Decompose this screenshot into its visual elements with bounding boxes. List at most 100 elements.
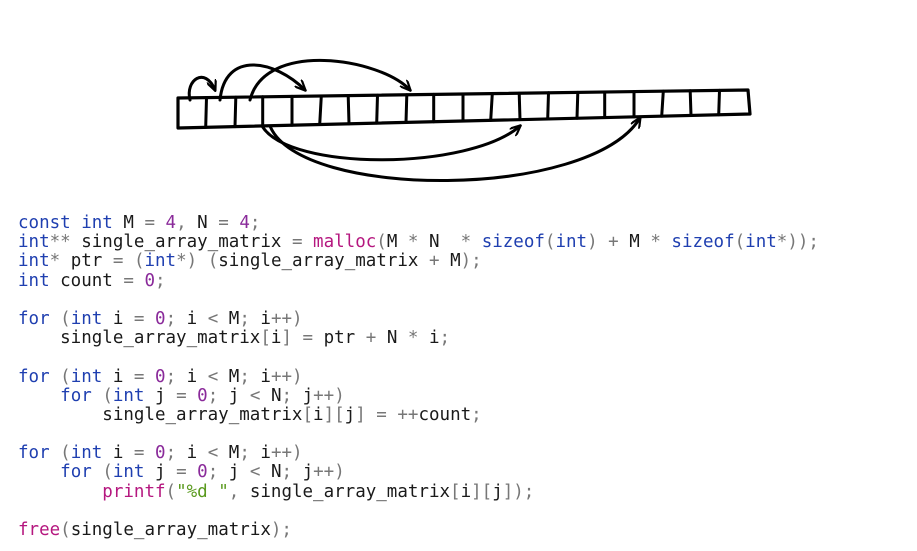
code-token-id: j xyxy=(218,462,250,483)
code-token-id: i xyxy=(418,328,440,349)
pointer-arrow-1 xyxy=(218,63,305,102)
pointer-arrow-4 xyxy=(268,118,640,182)
code-line: for (int j = 0; j < N; j++) xyxy=(18,463,819,482)
code-token-op: ; xyxy=(165,366,177,387)
code-token-op: ++) xyxy=(313,385,345,406)
code-token-op: ][ xyxy=(471,481,493,502)
code-token-kw: int xyxy=(18,251,50,272)
code-token-op: = xyxy=(302,328,314,349)
code-token-kw: sizeof xyxy=(481,232,545,253)
code-token-id: N xyxy=(260,462,282,483)
code-token-op: = xyxy=(144,213,155,233)
array-cell-divider xyxy=(660,89,665,118)
code-token-op: ++ xyxy=(397,404,419,425)
code-token-id: M xyxy=(439,251,461,272)
code-token-id: i xyxy=(313,404,324,425)
code-token-op: < xyxy=(249,462,261,483)
code-token-op: = xyxy=(376,404,387,425)
code-token-id xyxy=(187,462,198,482)
code-token-op: ); xyxy=(270,520,292,540)
code-token-id: i xyxy=(176,443,208,464)
code-token-id: j xyxy=(492,481,503,502)
code-token-id: i xyxy=(176,366,208,387)
code-token-op: * xyxy=(49,251,61,272)
code-token-id: M xyxy=(218,366,240,387)
code-token-id: ptr xyxy=(313,328,366,349)
code-token-op: ; xyxy=(281,385,293,406)
code-token-id: M xyxy=(112,213,145,233)
code-token-op: ] xyxy=(355,404,366,425)
array-cell-divider xyxy=(318,94,323,126)
code-token-op: [ xyxy=(302,404,314,425)
code-token-op: , xyxy=(228,481,240,502)
code-token-id: single_array_matrix xyxy=(18,328,261,349)
code-token-id xyxy=(366,405,377,425)
code-token-id xyxy=(18,386,60,406)
array-cells xyxy=(176,88,752,130)
code-token-id xyxy=(18,482,102,502)
code-token-kw: int xyxy=(745,232,777,253)
code-token-op: ; xyxy=(155,270,166,291)
code-token-op: * xyxy=(650,232,661,253)
code-token-id: N xyxy=(376,328,408,349)
code-token-op: ][ xyxy=(323,404,345,425)
pointer-arrows xyxy=(187,58,640,182)
code-token-id: single_array_matrix xyxy=(18,404,303,425)
code-token-op: = xyxy=(133,308,145,329)
code-token-op: ; xyxy=(207,385,219,406)
array-cell-divider xyxy=(204,96,208,129)
code-listing: const int M = 4, N = 4; int** single_arra… xyxy=(18,213,819,540)
array-cell-divider xyxy=(233,95,238,129)
code-token-op: = xyxy=(218,213,229,233)
code-token-op: ; xyxy=(249,213,261,233)
code-token-id xyxy=(92,462,103,482)
code-token-num: 0 xyxy=(144,270,156,291)
code-token-id: i xyxy=(176,308,208,329)
code-line: for (int i = 0; i < M; i++) xyxy=(18,444,819,463)
code-token-id: M xyxy=(218,308,240,329)
code-token-op: * xyxy=(407,328,419,349)
code-token-op: = xyxy=(112,251,124,272)
array-cell-divider xyxy=(404,93,409,124)
code-line: single_array_matrix[i] = ptr + N * i; xyxy=(18,329,819,348)
code-token-op: , xyxy=(176,213,187,233)
code-token-id: M xyxy=(386,232,408,253)
code-token-op: ; xyxy=(239,443,250,464)
code-token-id xyxy=(197,251,208,271)
code-token-op: ] xyxy=(281,328,292,349)
code-token-id: M xyxy=(218,443,240,464)
code-token-str: "%d " xyxy=(176,481,229,502)
code-token-op: = xyxy=(176,462,187,483)
code-token-id: i xyxy=(249,443,271,464)
array-cell-divider xyxy=(346,94,351,126)
code-token-id: i xyxy=(102,443,134,464)
code-token-id: j xyxy=(292,385,314,406)
code-token-op: = xyxy=(291,232,303,253)
code-token-id: single_array_matrix xyxy=(239,481,451,502)
code-token-op: < xyxy=(207,443,219,464)
code-token-id: single_array_matrix xyxy=(70,520,271,540)
code-line: for (int i = 0; i < M; i++) xyxy=(18,308,819,329)
code-line: for (int j = 0; j < N; j++) xyxy=(18,385,819,406)
code-token-op: )); xyxy=(787,232,819,253)
array-cell-divider xyxy=(717,88,721,117)
code-token-op: = xyxy=(133,443,145,464)
code-token-id: i xyxy=(460,481,472,502)
code-token-op: ; xyxy=(471,404,482,425)
code-token-op: < xyxy=(207,366,219,387)
code-token-fn: malloc xyxy=(313,232,377,253)
code-token-num: 4 xyxy=(165,213,177,233)
code-token-id: M xyxy=(618,232,651,253)
code-token-op: ( xyxy=(102,462,113,483)
code-token-id xyxy=(292,328,303,348)
code-token-num: 0 xyxy=(197,385,208,406)
code-token-op: ( xyxy=(207,251,219,272)
code-token-kw: int xyxy=(70,443,103,464)
code-token-op: ; xyxy=(207,462,219,483)
code-token-op: = xyxy=(133,366,145,387)
code-token-op: ( xyxy=(102,385,113,406)
code-token-op: ++) xyxy=(270,366,303,387)
code-token-op: ++) xyxy=(313,462,345,483)
code-token-op: ; xyxy=(239,366,250,387)
code-token-id: single_array_matrix xyxy=(70,232,292,253)
